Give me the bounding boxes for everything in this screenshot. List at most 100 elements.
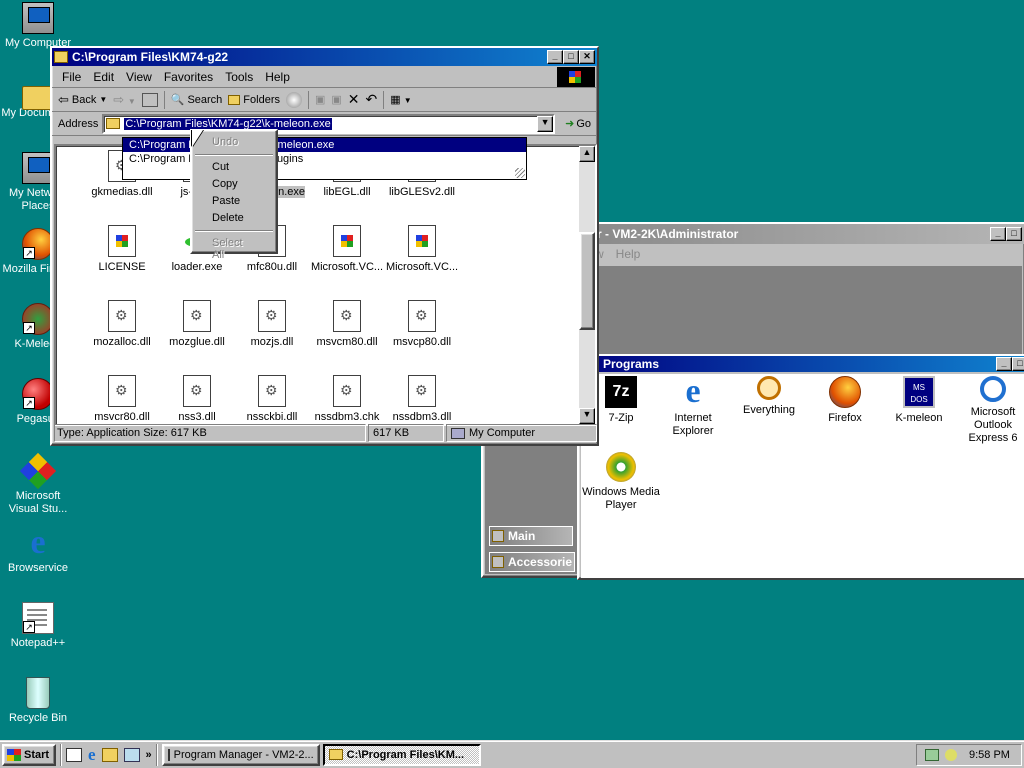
program-internet-explorer[interactable]: e Internet Explorer: [653, 375, 733, 438]
group-label: Main: [508, 529, 536, 543]
menu-item-tools[interactable]: Tools: [219, 70, 259, 84]
forward-button[interactable]: ⇨ ▼: [113, 92, 135, 108]
show-desktop-icon[interactable]: [66, 747, 82, 762]
autocomplete-item-selected[interactable]: C:\Program Files\KM74-g22\k-meleon.exe: [123, 138, 526, 152]
scroll-thumb[interactable]: [579, 232, 595, 330]
group-accessories-minimized[interactable]: Accessories: [489, 552, 575, 572]
desktop-icon-notepad-plus-plus[interactable]: Notepad++: [0, 602, 76, 650]
folders-label: Folders: [243, 93, 280, 106]
file-item[interactable]: nssdbm3.chk: [309, 375, 385, 424]
minimize-button[interactable]: _: [990, 227, 1006, 241]
explorer-window[interactable]: C:\Program Files\KM74-g22 _ □ ✕ File Edi…: [50, 46, 599, 446]
folders-button[interactable]: Folders: [228, 94, 280, 106]
edit-context-menu[interactable]: Undo Cut Copy Paste Delete Select All: [190, 129, 278, 261]
file-item[interactable]: Microsoft.VC...: [309, 225, 385, 274]
internet-explorer-icon[interactable]: e: [88, 745, 96, 765]
standard-toolbar: ⇦ Back ▼ ⇨ ▼ 🔍 Search Folders ▣ ▣ ✕ ↶ ▦ …: [52, 88, 597, 112]
maximize-button[interactable]: □: [563, 50, 579, 64]
undo-button[interactable]: ↶: [366, 91, 378, 108]
file-item[interactable]: msvcr80.dll: [84, 375, 160, 424]
file-item[interactable]: Microsoft.VC...: [384, 225, 460, 274]
up-folder-button[interactable]: [141, 92, 158, 107]
desktop-icon-my-computer[interactable]: My Computer: [0, 2, 76, 50]
computer-icon: [451, 427, 465, 439]
search-button[interactable]: 🔍 Search: [171, 93, 223, 107]
document-file-icon: [108, 225, 136, 257]
desktop-icon-browservice[interactable]: e Browservice: [0, 526, 76, 575]
maximize-button[interactable]: □: [1012, 357, 1024, 371]
file-item[interactable]: nssckbi.dll: [234, 375, 310, 424]
task-label: Program Manager - VM2-2...: [173, 748, 314, 761]
history-button[interactable]: [285, 91, 302, 108]
outlook-express-icon[interactable]: [101, 747, 118, 762]
file-item[interactable]: msvcp80.dll: [384, 300, 460, 349]
dll-file-icon: [108, 375, 136, 407]
scroll-up-button[interactable]: ▲: [579, 146, 595, 162]
file-item[interactable]: mozjs.dll: [234, 300, 310, 349]
address-dropdown-button[interactable]: ▼: [537, 115, 554, 132]
status-zone-label: My Computer: [469, 427, 536, 439]
address-autocomplete-list[interactable]: C:\Program Files\KM74-g22\k-meleon.exe C…: [122, 137, 527, 180]
program-k-meleon[interactable]: MS DOS K-meleon: [879, 376, 959, 425]
file-item[interactable]: nssdbm3.dll: [384, 375, 460, 424]
programs-group-window[interactable]: Programs _ □ 7z 7-Zip e Internet Explore…: [577, 354, 1024, 580]
address-input[interactable]: C:\Program Files\KM74-g22\k-meleon.exe ▼: [102, 113, 556, 134]
back-button[interactable]: ⇦ Back ▼: [58, 92, 107, 108]
menu-item-help[interactable]: Help: [610, 247, 647, 261]
vertical-scrollbar[interactable]: ▲ ▼: [579, 146, 595, 424]
file-item[interactable]: mozglue.dll: [159, 300, 235, 349]
task-program-manager[interactable]: Program Manager - VM2-2...: [161, 743, 320, 766]
program-outlook-express[interactable]: Microsoft Outlook Express 6: [953, 376, 1024, 445]
menu-item-file[interactable]: File: [56, 70, 87, 84]
go-button[interactable]: ➜ Go: [559, 117, 597, 131]
minimize-button[interactable]: _: [547, 50, 563, 64]
delete-button[interactable]: ✕: [348, 91, 360, 108]
desktop-icon-recycle-bin[interactable]: Recycle Bin: [0, 677, 76, 725]
dll-file-icon: [408, 300, 436, 332]
channels-icon[interactable]: [123, 747, 140, 762]
task-explorer-active[interactable]: C:\Program Files\KM...: [322, 743, 481, 766]
chevron-right-icon[interactable]: »: [146, 749, 152, 761]
program-everything[interactable]: Everything: [729, 376, 809, 417]
move-to-button[interactable]: ▣: [315, 93, 325, 106]
dropdown-arrow-icon[interactable]: ▼: [99, 95, 107, 104]
file-item[interactable]: nss3.dll: [159, 375, 235, 424]
context-menu-delete[interactable]: Delete: [194, 210, 274, 227]
clock[interactable]: 9:58 PM: [969, 749, 1010, 761]
magnifier-icon: [757, 376, 781, 400]
resize-grip-icon[interactable]: [515, 168, 525, 178]
file-list-view[interactable]: gkmedias.dll js-gd... k-meleon.exe libEG…: [54, 144, 597, 426]
menu-item-edit[interactable]: Edit: [87, 70, 120, 84]
address-label: Address: [58, 117, 99, 130]
views-button[interactable]: ▦ ▼: [390, 93, 411, 106]
context-menu-copy[interactable]: Copy: [194, 176, 274, 193]
program-windows-media-player[interactable]: Windows Media Player: [581, 452, 661, 512]
file-item[interactable]: LICENSE: [84, 225, 160, 274]
file-item[interactable]: msvcm80.dll: [309, 300, 385, 349]
copy-to-button[interactable]: ▣: [331, 93, 341, 106]
status-zone: My Computer: [446, 424, 597, 442]
menu-item-view[interactable]: View: [120, 70, 158, 84]
network-tray-icon[interactable]: [925, 749, 939, 761]
desktop-icon-visual-studio[interactable]: Microsoft Visual Stu...: [0, 452, 76, 516]
group-main-minimized[interactable]: Main: [489, 526, 573, 546]
explorer-titlebar[interactable]: C:\Program Files\KM74-g22 _ □ ✕: [52, 48, 597, 66]
close-button[interactable]: ✕: [579, 50, 595, 64]
autocomplete-item[interactable]: C:\Program Files\KM74-g22\plugins: [123, 152, 526, 166]
context-menu-undo[interactable]: Undo: [194, 134, 274, 151]
context-menu-select-all[interactable]: Select All: [194, 235, 274, 261]
programs-group-titlebar[interactable]: Programs _ □: [579, 356, 1024, 372]
menu-item-favorites[interactable]: Favorites: [158, 70, 219, 84]
start-button[interactable]: Start: [2, 743, 56, 766]
maximize-button[interactable]: □: [1006, 227, 1022, 241]
context-menu-paste[interactable]: Paste: [194, 193, 274, 210]
scroll-down-button[interactable]: ▼: [579, 408, 595, 424]
context-menu-cut[interactable]: Cut: [194, 159, 274, 176]
mouse-cursor-icon: [192, 130, 203, 147]
program-firefox[interactable]: Firefox: [805, 376, 885, 425]
7zip-icon: 7z: [605, 376, 637, 408]
volume-tray-icon[interactable]: [945, 749, 957, 761]
minimize-button[interactable]: _: [996, 357, 1012, 371]
menu-item-help[interactable]: Help: [259, 70, 296, 84]
file-item[interactable]: mozalloc.dll: [84, 300, 160, 349]
